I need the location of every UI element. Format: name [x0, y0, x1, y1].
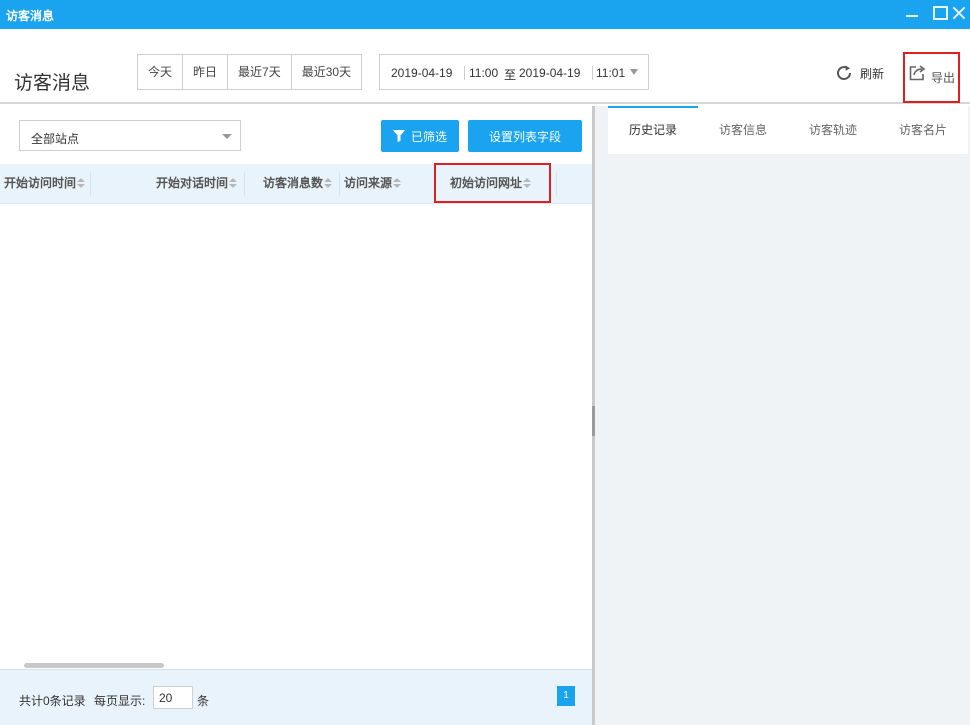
- page-size-input[interactable]: [153, 686, 193, 709]
- range-divider: [592, 66, 593, 80]
- filter-label: 已筛选: [410, 129, 447, 144]
- tab-history[interactable]: 历史记录: [608, 106, 698, 154]
- page-number-button[interactable]: 1: [557, 686, 575, 706]
- refresh-label: 刷新: [860, 66, 885, 81]
- column-label: 访问来源: [344, 176, 393, 190]
- title-bar: 访客消息: [0, 0, 970, 29]
- date-quick-buttons: 今天 昨日 最近7天 最近30天: [137, 54, 363, 90]
- pagination-bar: 共计0条记录 每页显示: 条 1: [0, 669, 592, 725]
- header: 访客消息 今天 昨日 最近7天 最近30天 2019-04-19 11:00 至…: [0, 29, 970, 104]
- column-header-start-chat-time[interactable]: 开始对话时间: [156, 164, 238, 203]
- filter-icon: [392, 130, 405, 142]
- tab-visitor-info[interactable]: 访客信息: [698, 106, 788, 154]
- range-start-date: 2019-04-19: [391, 66, 453, 80]
- per-page-label: 每页显示:: [94, 694, 146, 708]
- column-label: 开始访问时间: [4, 176, 77, 190]
- range-end-time: 11:01: [596, 66, 626, 80]
- date-today-button[interactable]: 今天: [138, 55, 184, 89]
- visitor-list-panel: 全部站点 已筛选 设置列表字段 开始访问时间 开始对话时间 访客消息数 访问来源…: [0, 106, 592, 725]
- per-page-unit: 条: [197, 694, 210, 708]
- column-divider[interactable]: [244, 172, 245, 196]
- chevron-down-icon: [630, 69, 638, 75]
- column-divider[interactable]: [556, 172, 557, 196]
- date-range-picker[interactable]: 2019-04-19 11:00 至 2019-04-19 11:01: [379, 54, 649, 90]
- tab-visitor-track[interactable]: 访客轨迹: [788, 106, 878, 154]
- range-to: 至: [504, 68, 517, 82]
- maximize-icon[interactable]: [930, 4, 948, 22]
- range-divider: [464, 66, 465, 80]
- column-divider[interactable]: [339, 172, 340, 196]
- site-select[interactable]: 全部站点: [19, 120, 241, 151]
- column-header-visit-source[interactable]: 访问来源: [344, 164, 402, 203]
- column-divider[interactable]: [90, 172, 91, 196]
- range-start-time: 11:00: [469, 66, 499, 80]
- visitor-detail-panel: 历史记录 访客信息 访客轨迹 访客名片: [595, 106, 970, 725]
- scrollbar-thumb[interactable]: [24, 663, 164, 668]
- highlight-box: [434, 163, 551, 203]
- minimize-icon[interactable]: [903, 4, 921, 22]
- date-last30-button[interactable]: 最近30天: [292, 55, 361, 89]
- range-end-date: 2019-04-19: [519, 66, 581, 80]
- column-header-start-visit-time[interactable]: 开始访问时间: [4, 164, 86, 203]
- column-label: 访客消息数: [263, 176, 324, 190]
- date-yesterday-button[interactable]: 昨日: [183, 55, 229, 89]
- page-title: 访客消息: [14, 73, 91, 94]
- close-icon[interactable]: [950, 4, 968, 22]
- chevron-down-icon: [222, 134, 232, 139]
- share-export-icon: [909, 65, 926, 81]
- detail-tabs: 历史记录 访客信息 访客轨迹 访客名片: [608, 106, 970, 154]
- sort-icon: [77, 178, 86, 188]
- sort-icon: [393, 178, 402, 188]
- refresh-button[interactable]: 刷新: [835, 64, 884, 82]
- export-label: 导出: [931, 71, 956, 85]
- sort-icon: [324, 178, 333, 188]
- date-last7-button[interactable]: 最近7天: [228, 55, 292, 89]
- window-title: 访客消息: [6, 9, 55, 23]
- sort-icon: [229, 178, 238, 188]
- site-select-value: 全部站点: [31, 132, 80, 146]
- filter-button[interactable]: 已筛选: [381, 120, 459, 152]
- column-header-message-count[interactable]: 访客消息数: [263, 164, 333, 203]
- column-label: 开始对话时间: [156, 176, 229, 190]
- tab-visitor-card[interactable]: 访客名片: [878, 106, 968, 154]
- set-list-fields-button[interactable]: 设置列表字段: [468, 120, 582, 152]
- refresh-icon: [837, 65, 851, 80]
- total-records: 共计0条记录: [19, 694, 86, 708]
- export-button[interactable]: 导出: [903, 52, 960, 103]
